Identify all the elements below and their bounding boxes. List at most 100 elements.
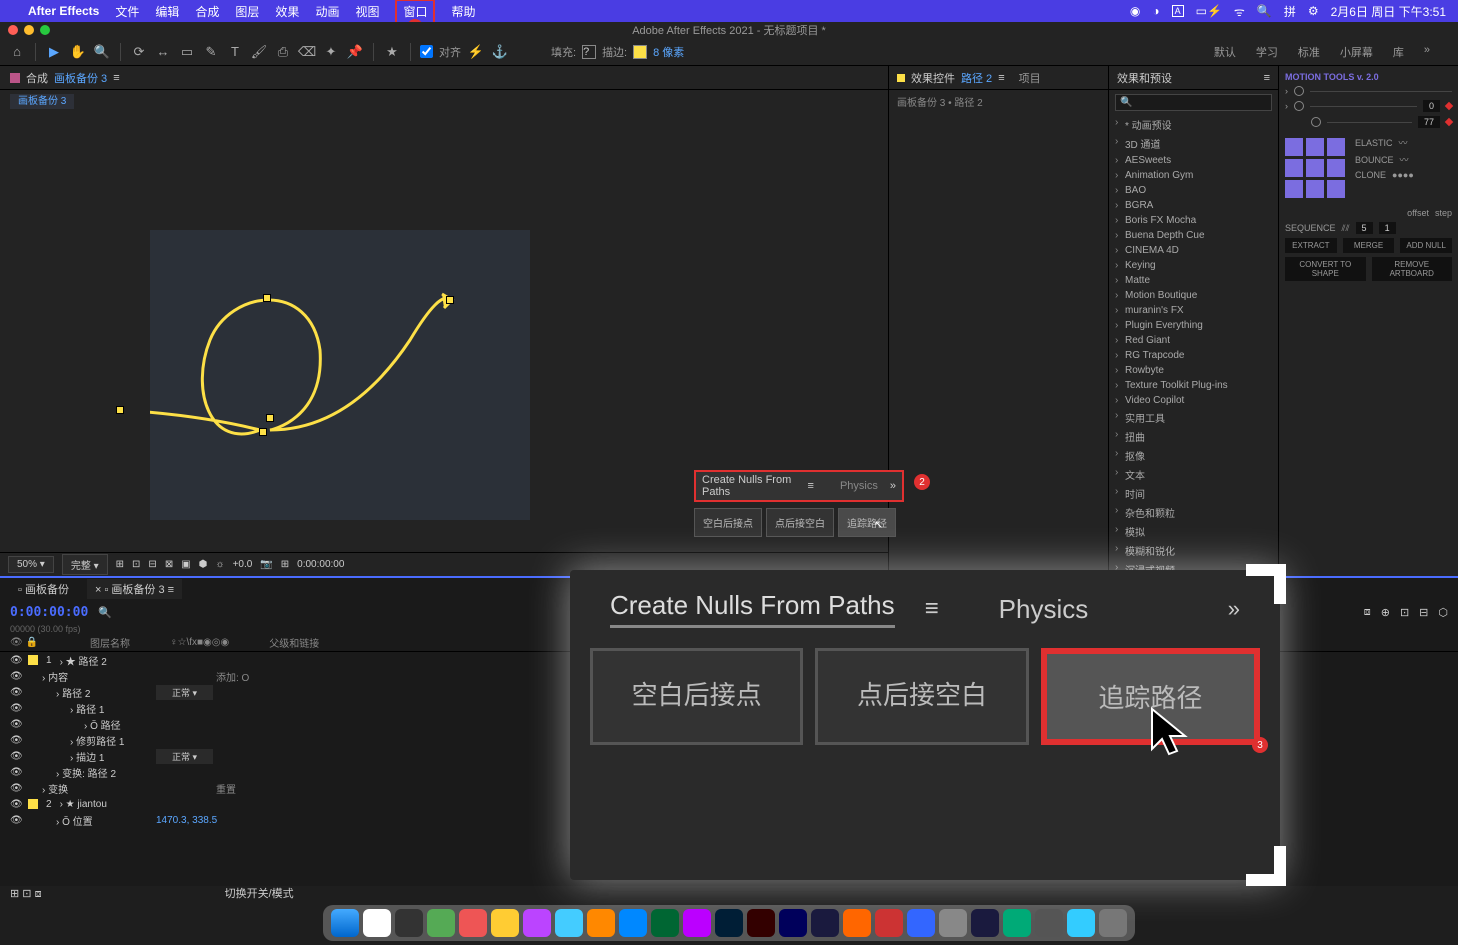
fx-tab-name[interactable]: 路径 2 xyxy=(961,70,992,86)
exposure[interactable]: +0.0 xyxy=(233,559,253,570)
search-icon[interactable]: 🔍 xyxy=(1257,4,1272,18)
preset-item[interactable]: Video Copilot xyxy=(1115,393,1272,408)
mode-small[interactable]: 小屏幕 xyxy=(1340,44,1373,60)
panel-menu-icon[interactable]: ≡ xyxy=(1264,72,1270,84)
preset-item[interactable]: Boris FX Mocha xyxy=(1115,213,1272,228)
dock-app[interactable] xyxy=(459,909,487,937)
preset-item[interactable]: Plugin Everything xyxy=(1115,318,1272,333)
overlay-btn-2[interactable]: 点后接空白 xyxy=(815,648,1028,745)
footer-timecode[interactable]: 0:00:00:00 xyxy=(297,559,344,570)
pen-tool-icon[interactable]: ✎ xyxy=(202,43,220,61)
convert-button[interactable]: CONVERT TO SHAPE xyxy=(1285,257,1366,281)
tl-icon[interactable]: ⊟ xyxy=(1419,606,1428,619)
dock-app[interactable] xyxy=(1067,909,1095,937)
preset-item[interactable]: Motion Boutique xyxy=(1115,288,1272,303)
menu-edit[interactable]: 编辑 xyxy=(155,3,179,20)
comp-title[interactable]: 画板备份 3 xyxy=(54,70,107,86)
preset-item[interactable]: RG Trapcode xyxy=(1115,348,1272,363)
dock-app[interactable] xyxy=(1099,909,1127,937)
footer-icon[interactable]: ☼ xyxy=(215,559,224,570)
ease-both-icon[interactable] xyxy=(1311,117,1321,127)
preset-item[interactable]: BAO xyxy=(1115,183,1272,198)
seq-val-2[interactable]: 1 xyxy=(1379,222,1396,234)
footer-icon[interactable]: ⊠ xyxy=(165,559,173,570)
dock-app[interactable] xyxy=(715,909,743,937)
menu-anim[interactable]: 动画 xyxy=(315,3,339,20)
presets-title[interactable]: 效果和预设 xyxy=(1117,70,1172,86)
dock-app[interactable] xyxy=(651,909,679,937)
preset-item[interactable]: CINEMA 4D xyxy=(1115,243,1272,258)
toggle-switches[interactable]: 切换开关/模式 xyxy=(225,888,294,900)
status-icon[interactable]: ◉ xyxy=(1130,4,1140,18)
zoom-dropdown[interactable]: 50% ▾ xyxy=(8,556,54,573)
ime-icon[interactable]: 拼 xyxy=(1284,3,1296,20)
tl-icon[interactable]: ⊞ xyxy=(10,888,19,900)
preset-item[interactable]: Keying xyxy=(1115,258,1272,273)
preset-item[interactable]: Buena Depth Cue xyxy=(1115,228,1272,243)
dock-app[interactable] xyxy=(779,909,807,937)
menu-comp[interactable]: 合成 xyxy=(195,3,219,20)
preset-item[interactable]: 3D 通道 xyxy=(1115,134,1272,153)
overlay-title[interactable]: Create Nulls From Paths xyxy=(610,590,895,628)
snap-checkbox[interactable] xyxy=(420,45,433,58)
dock-app[interactable] xyxy=(1003,909,1031,937)
path-anchor[interactable] xyxy=(446,296,454,304)
puppet-tool-icon[interactable]: 📌 xyxy=(346,43,364,61)
keyframe-icon[interactable] xyxy=(1445,118,1453,126)
mode-lib[interactable]: 库 xyxy=(1393,44,1404,60)
menu-window[interactable]: 窗口 1 xyxy=(395,0,435,24)
panel-menu-icon[interactable]: ≡ xyxy=(998,72,1004,84)
preset-item[interactable]: 扭曲 xyxy=(1115,427,1272,446)
footer-icon[interactable]: ⊟ xyxy=(148,559,156,570)
mode-learn[interactable]: 学习 xyxy=(1256,44,1278,60)
app-name[interactable]: After Effects xyxy=(28,4,99,18)
preset-item[interactable]: 抠像 xyxy=(1115,446,1272,465)
nulls-title[interactable]: Create Nulls From Paths ≡ 2 Physics » xyxy=(694,470,904,502)
panel-menu-icon[interactable]: ≡ xyxy=(925,595,939,623)
preset-item[interactable]: AESweets xyxy=(1115,153,1272,168)
footer-icon[interactable]: ⬢ xyxy=(199,559,208,570)
keyframe-icon[interactable] xyxy=(1445,102,1453,110)
preset-item[interactable]: Rowbyte xyxy=(1115,363,1272,378)
physics-tab[interactable]: Physics xyxy=(840,480,878,492)
hand-tool-icon[interactable]: ✋ xyxy=(69,43,87,61)
selection-tool-icon[interactable]: ▶ xyxy=(45,43,63,61)
quality-dropdown[interactable]: 完整 ▾ xyxy=(62,554,108,575)
project-tab[interactable]: 项目 xyxy=(1019,70,1041,86)
panel-menu-icon[interactable]: ≡ xyxy=(113,72,119,84)
path-anchor[interactable] xyxy=(263,294,271,302)
footer-icon[interactable]: ⊡ xyxy=(132,559,140,570)
preset-item[interactable]: 杂色和颗粒 xyxy=(1115,503,1272,522)
more-icon[interactable]: » xyxy=(890,480,896,492)
dock-app[interactable] xyxy=(1035,909,1063,937)
preset-item[interactable]: Animation Gym xyxy=(1115,168,1272,183)
mode-default[interactable]: 默认 xyxy=(1214,44,1236,60)
dock-app[interactable] xyxy=(907,909,935,937)
footer-icon[interactable]: ⊞ xyxy=(116,559,124,570)
stroke-swatch[interactable] xyxy=(633,45,647,59)
dock-app[interactable] xyxy=(875,909,903,937)
overlay-btn-3[interactable]: 追踪路径 3 xyxy=(1041,648,1260,745)
timecode[interactable]: 0:00:00:00 xyxy=(10,605,88,620)
comp-subtab[interactable]: 画板备份 3 xyxy=(10,94,74,109)
dock-app[interactable] xyxy=(619,909,647,937)
wifi-icon[interactable]: ᯤ xyxy=(1234,3,1245,20)
dock-app[interactable] xyxy=(811,909,839,937)
path-anchor[interactable] xyxy=(259,428,267,436)
mode-standard[interactable]: 标准 xyxy=(1298,44,1320,60)
dock-app[interactable] xyxy=(683,909,711,937)
motion-val-2[interactable]: 77 xyxy=(1418,116,1440,128)
more-icon[interactable]: » xyxy=(1424,44,1430,60)
path-anchor[interactable] xyxy=(266,414,274,422)
nulls-btn-3[interactable]: 追踪路径 xyxy=(838,508,896,537)
preset-item[interactable]: BGRA xyxy=(1115,198,1272,213)
preset-item[interactable]: 模糊和锐化 xyxy=(1115,541,1272,560)
menu-effect[interactable]: 效果 xyxy=(275,3,299,20)
tl-icon[interactable]: ⧈ xyxy=(35,888,42,900)
addnull-button[interactable]: ADD NULL xyxy=(1400,238,1452,253)
more-icon[interactable]: » xyxy=(1228,596,1240,622)
overlay-btn-1[interactable]: 空白后接点 xyxy=(590,648,803,745)
clone-tool-icon[interactable]: ⎙ xyxy=(274,43,292,61)
battery-icon[interactable]: ▭⚡ xyxy=(1196,4,1222,18)
preset-item[interactable]: Matte xyxy=(1115,273,1272,288)
